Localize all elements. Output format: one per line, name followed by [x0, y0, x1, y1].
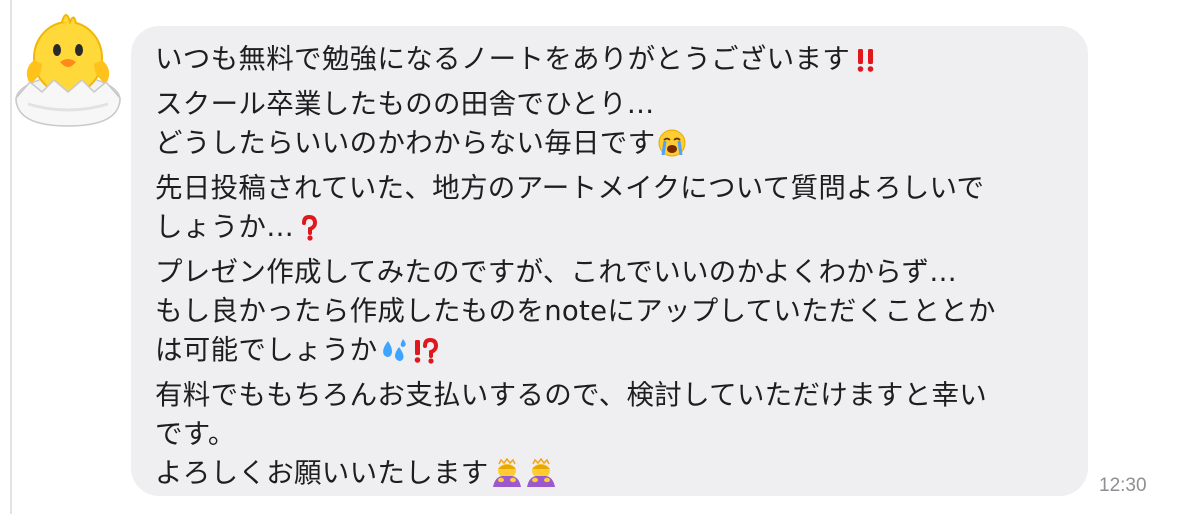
message-line: 有料でももちろんお支払いするので、検討していただけますと幸い: [155, 376, 1068, 415]
message-line-text: は可能でしょうか: [155, 334, 378, 366]
person-bowing-icon: [525, 457, 557, 499]
message-line-text: どうしたらいいのかわからない毎日です: [155, 127, 656, 159]
message-timestamp: 12:30: [1099, 475, 1147, 496]
message-line-text: いつも無料で勉強になるノートをありがとうございます: [155, 43, 850, 75]
message-line: は可能でしょうか: [155, 331, 1068, 376]
message-line-text: しょうか…: [155, 211, 294, 243]
message-line-text: スクール卒業したものの田舎でひとり…: [155, 88, 655, 120]
message-line-text: もし良かったら作成したものをnoteにアップしていただくこととか: [155, 295, 996, 327]
message-line-text: 先日投稿されていた、地方のアートメイクについて質問よろしいで: [155, 172, 985, 204]
hatching-chick-icon: [15, 14, 121, 127]
message-line: よろしくお願いいたします: [155, 454, 1068, 499]
message-line: しょうか…: [155, 208, 1068, 253]
sender-avatar[interactable]: [8, 0, 128, 130]
crying-face-icon: [657, 128, 687, 169]
person-bowing-icon: [491, 457, 523, 499]
message-line: いつも無料で勉強になるノートをありがとうございます: [155, 40, 1068, 85]
double-exclamation-icon: [852, 46, 880, 85]
red-question-mark-icon: [296, 214, 322, 253]
message-line: プレゼン作成してみたのですが、これでいいのかよくわからず…: [155, 253, 1068, 292]
sweat-droplets-icon: [379, 337, 409, 376]
message-line: 先日投稿されていた、地方のアートメイクについて質問よろしいで: [155, 169, 1068, 208]
message-line: もし良かったら作成したものをnoteにアップしていただくこととか: [155, 292, 1068, 331]
message-line: スクール卒業したものの田舎でひとり…: [155, 85, 1068, 124]
message-line-text: よろしくお願いいたします: [155, 457, 489, 489]
message-line-text: プレゼン作成してみたのですが、これでいいのかよくわからず…: [155, 256, 958, 288]
message-line-text: です。: [155, 418, 236, 450]
message-line: どうしたらいいのかわからない毎日です: [155, 124, 1068, 169]
message-line: です。: [155, 415, 1068, 454]
message-line-text: 有料でももちろんお支払いするので、検討していただけますと幸い: [155, 379, 988, 411]
message-bubble[interactable]: いつも無料で勉強になるノートをありがとうございます スクール卒業したものの田舎で…: [131, 26, 1088, 496]
exclamation-question-mark-icon: [411, 337, 441, 376]
